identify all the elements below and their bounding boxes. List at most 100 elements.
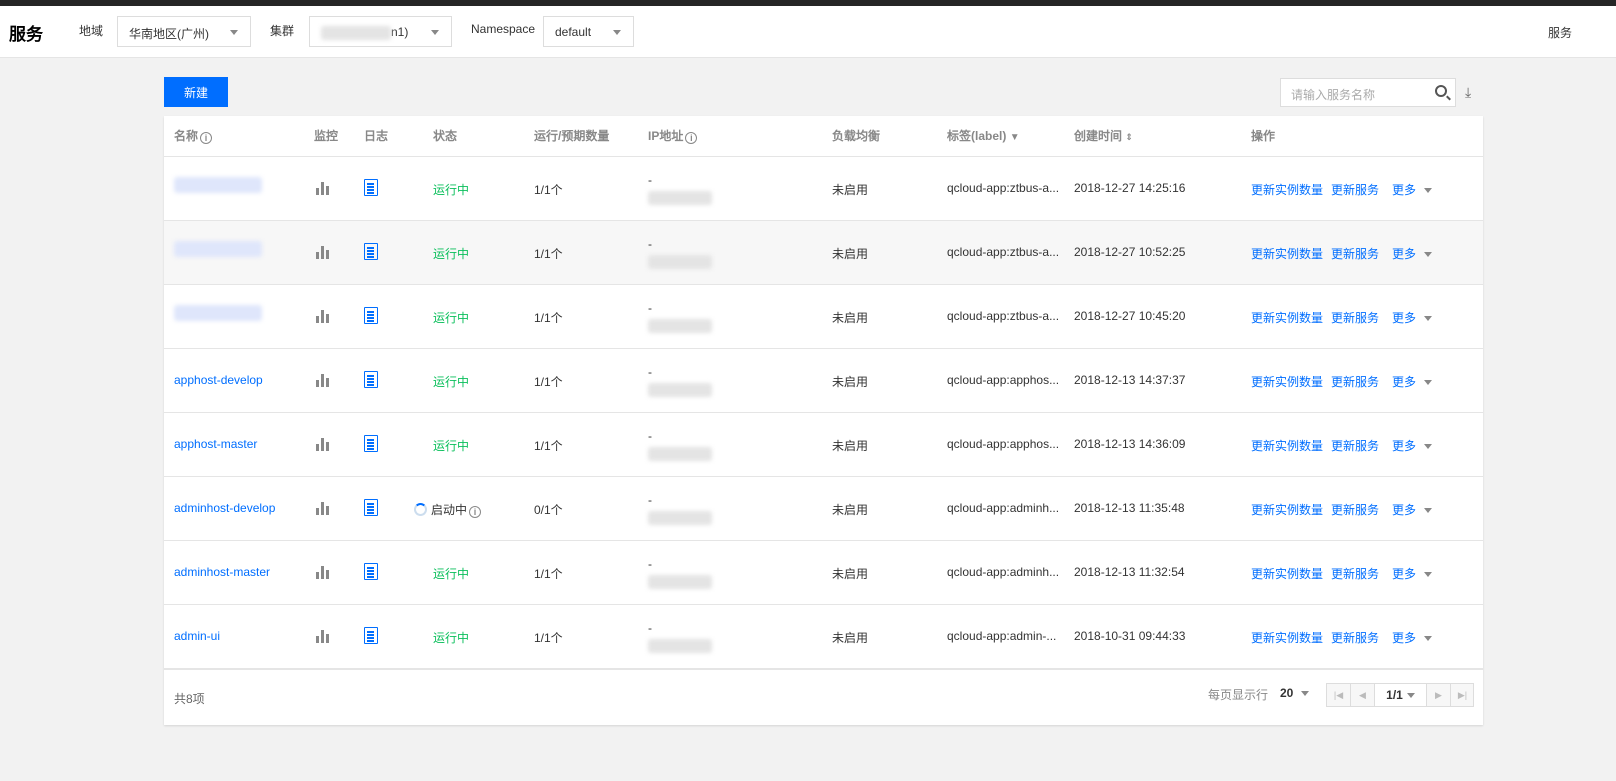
service-name-link[interactable]: adminhost-develop: [174, 501, 275, 515]
table-row: 运行中 1/1个 - 未启用 qcloud-app:ztbus-a... 2018-12-…: [164, 220, 1483, 284]
monitor-icon[interactable]: [316, 373, 330, 387]
monitor-icon[interactable]: [316, 501, 330, 515]
log-icon[interactable]: [364, 243, 378, 260]
label: qcloud-app:ztbus-a...: [947, 245, 1060, 259]
update-instances-link[interactable]: 更新实例数量: [1251, 373, 1323, 390]
ip-address: -: [648, 493, 712, 525]
first-page-icon[interactable]: |◀: [1327, 684, 1351, 706]
cluster-select[interactable]: n1): [309, 16, 452, 47]
info-icon[interactable]: i: [200, 132, 213, 144]
update-service-link[interactable]: 更新服务: [1331, 309, 1379, 326]
label: qcloud-app:apphos...: [947, 373, 1060, 387]
update-instances-link[interactable]: 更新实例数量: [1251, 629, 1323, 646]
status: 运行中: [433, 183, 470, 197]
namespace-select[interactable]: default: [543, 16, 634, 47]
download-icon[interactable]: ⤓: [1465, 84, 1471, 101]
service-name-link[interactable]: admin-ui: [174, 629, 220, 643]
update-instances-link[interactable]: 更新实例数量: [1251, 565, 1323, 582]
page-size-select[interactable]: 20: [1280, 686, 1310, 700]
col-count: 运行/预期数量: [534, 129, 610, 143]
log-icon[interactable]: [364, 499, 378, 516]
update-service-link[interactable]: 更新服务: [1331, 437, 1379, 454]
log-icon[interactable]: [364, 627, 378, 644]
col-monitor: 监控: [314, 129, 339, 143]
monitor-icon[interactable]: [316, 245, 330, 259]
update-service-link[interactable]: 更新服务: [1331, 501, 1379, 518]
ip-address: -: [648, 621, 712, 653]
service-name-link[interactable]: apphost-master: [174, 437, 257, 451]
more-dropdown[interactable]: 更多: [1392, 373, 1433, 390]
redacted: [648, 319, 712, 333]
last-page-icon[interactable]: ▶|: [1451, 684, 1474, 706]
monitor-icon[interactable]: [316, 437, 330, 451]
update-instances-link[interactable]: 更新实例数量: [1251, 181, 1323, 198]
service-name-link[interactable]: [174, 177, 262, 193]
log-icon[interactable]: [364, 563, 378, 580]
service-name-link[interactable]: apphost-develop: [174, 373, 263, 387]
info-icon[interactable]: i: [469, 506, 482, 518]
page-select[interactable]: 1/1: [1375, 684, 1427, 706]
status: 运行中: [433, 247, 470, 261]
update-instances-link[interactable]: 更新实例数量: [1251, 437, 1323, 454]
created-time: 2018-10-31 09:44:33: [1074, 629, 1186, 643]
instance-count: 0/1个: [534, 503, 563, 517]
region-value: 华南地区(广州): [129, 27, 209, 41]
region-select[interactable]: 华南地区(广州): [117, 16, 251, 47]
more-dropdown[interactable]: 更多: [1392, 437, 1433, 454]
info-icon[interactable]: i: [685, 132, 698, 144]
created-time: 2018-12-13 14:36:09: [1074, 437, 1186, 451]
update-service-link[interactable]: 更新服务: [1331, 181, 1379, 198]
created-time: 2018-12-13 11:35:48: [1074, 501, 1185, 515]
update-service-link[interactable]: 更新服务: [1331, 373, 1379, 390]
update-instances-link[interactable]: 更新实例数量: [1251, 501, 1323, 518]
more-dropdown[interactable]: 更多: [1392, 629, 1433, 646]
col-created[interactable]: 创建时间 ⇕: [1074, 116, 1133, 156]
log-icon[interactable]: [364, 435, 378, 452]
monitor-icon[interactable]: [316, 565, 330, 579]
update-service-link[interactable]: 更新服务: [1331, 629, 1379, 646]
col-label[interactable]: 标签(label) ▼: [947, 116, 1020, 156]
search-icon[interactable]: [1435, 85, 1447, 97]
status: 运行中: [433, 375, 470, 389]
chevron-down-icon: [1424, 188, 1433, 194]
monitor-icon[interactable]: [316, 629, 330, 643]
status: 运行中: [433, 567, 470, 581]
load-balancer: 未启用: [832, 311, 869, 325]
load-balancer: 未启用: [832, 247, 869, 261]
update-service-link[interactable]: 更新服务: [1331, 565, 1379, 582]
chevron-down-icon: [613, 30, 621, 35]
page-header: 服务 地域 华南地区(广州) 集群 n1) Namespace default …: [0, 6, 1616, 58]
more-dropdown[interactable]: 更多: [1392, 181, 1433, 198]
load-balancer: 未启用: [832, 631, 869, 645]
log-icon[interactable]: [364, 179, 378, 196]
ip-address: -: [648, 173, 712, 205]
ip-address: -: [648, 557, 712, 589]
filter-icon[interactable]: ▼: [1010, 132, 1020, 143]
more-dropdown[interactable]: 更多: [1392, 565, 1433, 582]
more-dropdown[interactable]: 更多: [1392, 245, 1433, 262]
sort-icon[interactable]: ⇕: [1125, 132, 1133, 142]
more-dropdown[interactable]: 更多: [1392, 309, 1433, 326]
update-instances-link[interactable]: 更新实例数量: [1251, 245, 1323, 262]
service-name-link[interactable]: adminhost-master: [174, 565, 270, 579]
created-time: 2018-12-13 14:37:37: [1074, 373, 1186, 387]
search-input[interactable]: 请输入服务名称: [1280, 78, 1456, 107]
more-dropdown[interactable]: 更多: [1392, 501, 1433, 518]
next-page-icon[interactable]: ▶: [1427, 684, 1451, 706]
log-icon[interactable]: [364, 371, 378, 388]
new-service-button[interactable]: 新建: [164, 77, 228, 107]
label: qcloud-app:apphos...: [947, 437, 1060, 451]
chevron-down-icon: [1424, 380, 1433, 386]
update-service-link[interactable]: 更新服务: [1331, 245, 1379, 262]
page-title: 服务: [9, 25, 43, 44]
redacted: [648, 383, 712, 397]
redacted: [648, 639, 712, 653]
update-instances-link[interactable]: 更新实例数量: [1251, 309, 1323, 326]
monitor-icon[interactable]: [316, 181, 330, 195]
service-name-link[interactable]: [174, 305, 262, 321]
prev-page-icon[interactable]: ◀: [1351, 684, 1375, 706]
monitor-icon[interactable]: [316, 309, 330, 323]
log-icon[interactable]: [364, 307, 378, 324]
service-name-link[interactable]: [174, 241, 262, 257]
ip-address: -: [648, 429, 712, 461]
